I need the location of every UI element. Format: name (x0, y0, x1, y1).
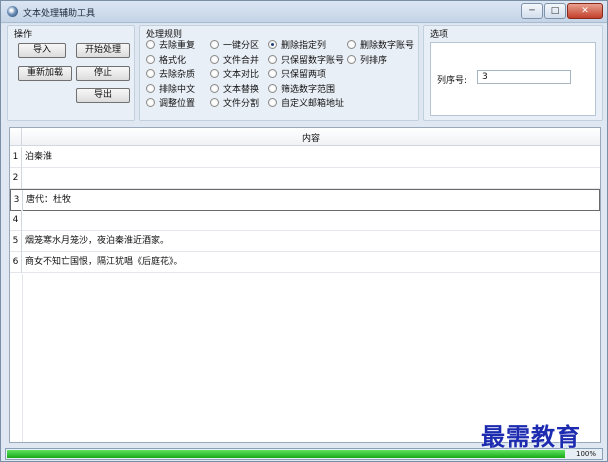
column-index-input[interactable]: 3 (477, 70, 571, 84)
radio-icon[interactable] (210, 69, 219, 78)
rule-option[interactable]: 文本对比 (210, 67, 259, 80)
rule-option[interactable]: 删除指定列 (268, 38, 326, 51)
content-cell[interactable]: 泊秦淮 (25, 147, 52, 167)
column-index-label: 列序号: (437, 76, 468, 86)
radio-icon[interactable] (210, 40, 219, 49)
radio-icon[interactable] (146, 40, 155, 49)
row-number-divider (22, 274, 23, 442)
stop-button[interactable]: 停止 (76, 66, 130, 81)
import-button[interactable]: 导入 (18, 43, 66, 58)
minimize-button[interactable]: ─ (521, 3, 543, 19)
rule-option-label: 去除杂质 (159, 70, 196, 80)
radio-icon[interactable] (347, 40, 356, 49)
row-number: 5 (10, 231, 22, 252)
rule-option-label: 自定义邮箱地址 (281, 99, 345, 109)
window-title: 文本处理辅助工具 (23, 9, 96, 19)
watermark-logo: 最需教育 (481, 422, 581, 451)
rule-option[interactable]: 去除重复 (146, 38, 195, 51)
operations-title: 操作 (14, 30, 33, 40)
row-number: 3 (11, 190, 23, 211)
content-cell[interactable]: 唐代：杜牧 (26, 190, 71, 210)
title-bar: 文本处理辅助工具 ─ □ ✕ (1, 1, 607, 23)
rule-option-label: 文本对比 (223, 70, 260, 80)
rule-option[interactable]: 只保留数字账号 (268, 53, 344, 66)
rule-option-label: 一键分区 (223, 41, 260, 51)
rule-option-label: 删除指定列 (281, 41, 327, 51)
table-row[interactable]: 1 泊秦淮 (10, 147, 600, 168)
rule-option-label: 只保留两项 (281, 70, 327, 80)
maximize-button[interactable]: □ (544, 3, 566, 19)
rule-option-label: 文本替换 (223, 85, 260, 95)
rule-option-label: 删除数字账号 (360, 41, 415, 51)
window-controls: ─ □ ✕ (521, 3, 603, 19)
rule-option-label: 调整位置 (159, 99, 196, 109)
table-row[interactable]: 3 唐代：杜牧 (10, 189, 600, 211)
content-column-header[interactable]: 内容 (22, 131, 600, 144)
app-icon (7, 6, 18, 17)
radio-icon[interactable] (146, 84, 155, 93)
content-cell[interactable]: 烟笼寒水月笼沙，夜泊秦淮近酒家。 (25, 231, 169, 251)
row-number: 6 (10, 252, 22, 273)
rule-option[interactable]: 去除杂质 (146, 67, 195, 80)
rule-option-label: 只保留数字账号 (281, 56, 345, 66)
rule-option[interactable]: 自定义邮箱地址 (268, 96, 344, 109)
close-button[interactable]: ✕ (567, 3, 603, 19)
radio-icon[interactable] (146, 55, 155, 64)
radio-icon[interactable] (146, 98, 155, 107)
rule-option[interactable]: 文件分割 (210, 96, 259, 109)
rule-option-label: 排除中文 (159, 85, 196, 95)
rule-option-label: 列排序 (360, 56, 388, 66)
grid-header: 内容 (10, 128, 600, 146)
radio-icon[interactable] (268, 55, 277, 64)
operations-panel: 操作 导入 开始处理 重新加载 停止 导出 (7, 25, 135, 121)
radio-icon[interactable] (210, 84, 219, 93)
content-grid: 内容 1 泊秦淮 2 3 唐代：杜牧 4 5 烟笼寒水月笼沙，夜泊秦淮近酒家。 6 商女不知亡国恨… (9, 127, 601, 443)
radio-icon[interactable] (268, 84, 277, 93)
rule-option[interactable]: 只保留两项 (268, 67, 326, 80)
rule-option[interactable]: 调整位置 (146, 96, 195, 109)
rule-option-label: 格式化 (159, 56, 187, 66)
radio-icon[interactable] (347, 55, 356, 64)
rule-option[interactable]: 文本替换 (210, 82, 259, 95)
content-cell[interactable]: 商女不知亡国恨，隔江犹唱《后庭花》。 (25, 252, 183, 272)
rule-option[interactable]: 删除数字账号 (347, 38, 414, 51)
table-row[interactable]: 4 (10, 210, 600, 231)
rule-option-label: 文件分割 (223, 99, 260, 109)
rule-option[interactable]: 一键分区 (210, 38, 259, 51)
radio-icon[interactable] (268, 98, 277, 107)
rule-option-label: 去除重复 (159, 41, 196, 51)
radio-icon[interactable] (210, 98, 219, 107)
app-window: 文本处理辅助工具 ─ □ ✕ 操作 导入 开始处理 重新加载 停止 导出 处理规… (0, 0, 608, 462)
radio-icon[interactable] (210, 55, 219, 64)
rule-option[interactable]: 排除中文 (146, 82, 195, 95)
radio-icon[interactable] (268, 69, 277, 78)
rule-option[interactable]: 列排序 (347, 53, 387, 66)
row-number: 4 (10, 210, 22, 231)
table-row[interactable]: 2 (10, 168, 600, 189)
rule-option-label: 筛选数字范围 (281, 85, 336, 95)
options-title: 选项 (430, 30, 449, 40)
table-row[interactable]: 6 商女不知亡国恨，隔江犹唱《后庭花》。 (10, 252, 600, 273)
rule-option-label: 文件合并 (223, 56, 260, 66)
grid-corner (10, 128, 22, 146)
table-row[interactable]: 5 烟笼寒水月笼沙，夜泊秦淮近酒家。 (10, 231, 600, 252)
radio-icon[interactable] (268, 40, 277, 49)
rule-option[interactable]: 格式化 (146, 53, 186, 66)
radio-icon[interactable] (146, 69, 155, 78)
row-number: 1 (10, 147, 22, 168)
row-number: 2 (10, 168, 22, 189)
export-button[interactable]: 导出 (76, 88, 130, 103)
rule-option[interactable]: 筛选数字范围 (268, 82, 335, 95)
rule-option[interactable]: 文件合并 (210, 53, 259, 66)
start-process-button[interactable]: 开始处理 (76, 43, 130, 58)
reload-button[interactable]: 重新加载 (18, 66, 72, 81)
